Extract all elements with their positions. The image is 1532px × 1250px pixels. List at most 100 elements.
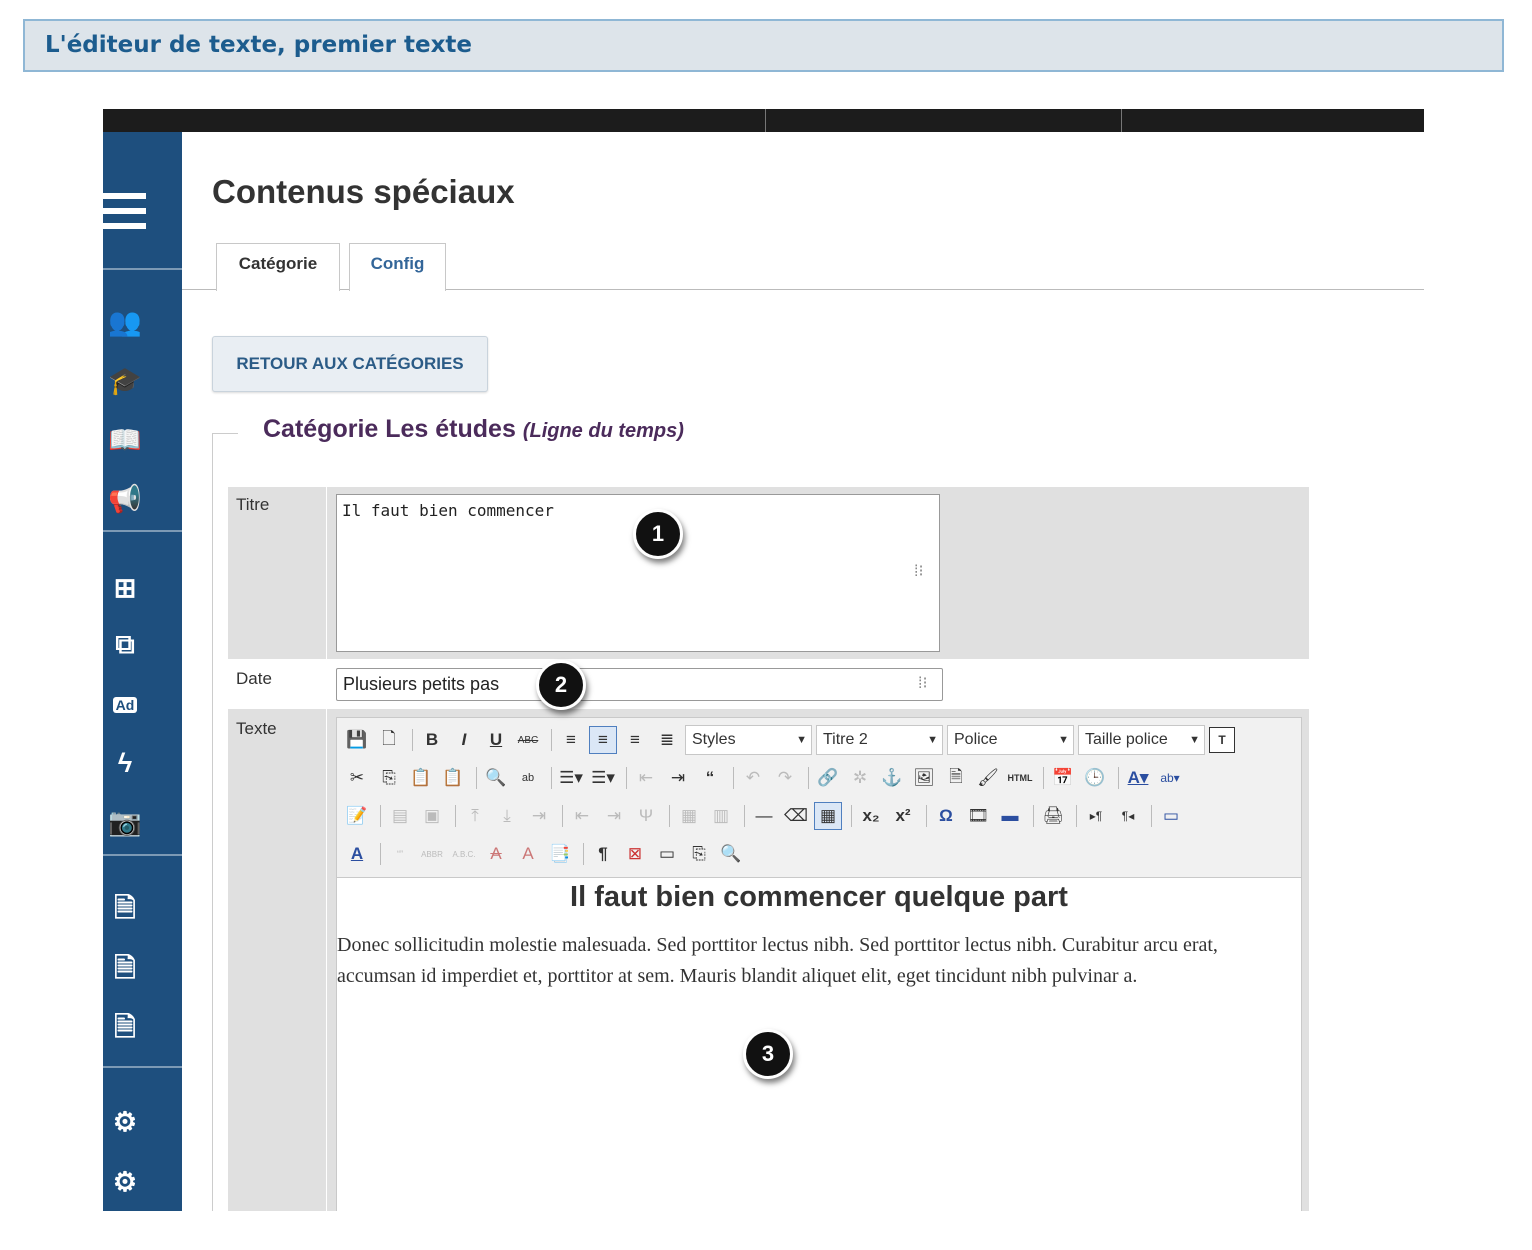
text-color-icon[interactable]: A▾ xyxy=(1124,764,1152,792)
image-icon[interactable]: 🖼 xyxy=(910,764,938,792)
fullscreen-icon[interactable]: ▭ xyxy=(1157,802,1185,830)
editor-content-area[interactable]: Il faut bien commencer quelque part Done… xyxy=(337,879,1301,1211)
sitemap-icon[interactable]: ⊞ xyxy=(107,572,143,604)
bolt-icon[interactable]: ϟ xyxy=(107,747,143,779)
insert-row-after-icon[interactable]: ⤓ xyxy=(493,802,521,830)
fieldset-border xyxy=(212,433,238,434)
rtl-icon[interactable]: ¶◂ xyxy=(1114,802,1142,830)
clock-icon[interactable]: 🕒 xyxy=(1081,764,1109,792)
find-icon[interactable]: 🔍 xyxy=(482,764,510,792)
invoice-icon[interactable]: 🗎 xyxy=(107,892,143,924)
size-select[interactable]: Taille police ▼ xyxy=(1078,725,1205,755)
tab-config[interactable]: Config xyxy=(349,243,446,291)
edit-form-icon[interactable]: 📝 xyxy=(343,802,371,830)
superscript-icon[interactable]: x² xyxy=(889,802,917,830)
graduation-cap-icon[interactable]: 🎓 xyxy=(107,365,143,397)
ins-icon[interactable]: A xyxy=(514,840,542,868)
cogs-icon[interactable]: ⚙ xyxy=(107,1166,143,1198)
copy-icon[interactable]: ⎘ xyxy=(375,764,403,792)
font-select[interactable]: Police ▼ xyxy=(947,725,1074,755)
users-icon[interactable]: 👥 xyxy=(107,306,143,338)
bold-icon[interactable]: B xyxy=(418,726,446,754)
paste-icon[interactable]: 📋 xyxy=(407,764,435,792)
page-break-icon[interactable]: ⎘ xyxy=(685,840,713,868)
table-row-icon[interactable]: ▤ xyxy=(386,802,414,830)
del-icon[interactable]: A xyxy=(482,840,510,868)
delete-row-icon[interactable]: ⇥ xyxy=(525,802,553,830)
highlight-color-icon[interactable]: ab▾ xyxy=(1156,764,1184,792)
cut-icon[interactable]: ✂ xyxy=(343,764,371,792)
invoice-icon[interactable]: 🗎 xyxy=(107,952,143,984)
translate-icon[interactable]: ⁞⁝ xyxy=(914,561,930,583)
sidebar-divider xyxy=(103,1066,182,1068)
numbered-list-icon[interactable]: ☰▾ xyxy=(589,764,617,792)
bulleted-list-icon[interactable]: ☰▾ xyxy=(557,764,585,792)
blockquote-icon[interactable]: “ xyxy=(696,764,724,792)
save-icon[interactable]: 💾 xyxy=(343,726,371,754)
styles-icon[interactable]: A xyxy=(343,840,371,868)
format-select[interactable]: Titre 2 ▼ xyxy=(816,725,943,755)
merge-cells-icon[interactable]: ▦ xyxy=(675,802,703,830)
eraser-icon[interactable]: ⌫ xyxy=(782,802,810,830)
non-breaking-icon[interactable]: ⊠ xyxy=(621,840,649,868)
attributes-icon[interactable]: 📑 xyxy=(546,840,574,868)
anchor-icon[interactable]: ⚓ xyxy=(878,764,906,792)
ltr-icon[interactable]: ▸¶ xyxy=(1082,802,1110,830)
paste-word-icon[interactable]: 📋 xyxy=(439,764,467,792)
preview-icon[interactable]: 🔍 xyxy=(717,840,745,868)
megaphone-icon[interactable]: 📢 xyxy=(107,483,143,515)
redo-icon[interactable]: ↷ xyxy=(771,764,799,792)
italic-icon[interactable]: I xyxy=(450,726,478,754)
template-icon[interactable]: ▭ xyxy=(653,840,681,868)
underline-icon[interactable]: U xyxy=(482,726,510,754)
horizontal-rule-icon[interactable]: — xyxy=(750,802,778,830)
indent-icon[interactable]: ⇥ xyxy=(664,764,692,792)
brush-icon[interactable]: 🖌 xyxy=(974,764,1002,792)
link-icon[interactable]: 🔗 xyxy=(814,764,842,792)
back-to-categories-button[interactable]: RETOUR AUX CATÉGORIES xyxy=(212,336,488,392)
invoice-icon[interactable]: 🗎 xyxy=(107,1011,143,1043)
document-icon[interactable]: 🗎 xyxy=(942,764,970,792)
date-input[interactable]: Plusieurs petits pas xyxy=(336,668,943,701)
new-page-icon[interactable]: 🗋 xyxy=(375,726,403,754)
replace-icon[interactable]: ab xyxy=(514,764,542,792)
print-icon[interactable]: 🖨 xyxy=(1039,802,1067,830)
page-break-icon[interactable]: ▬ xyxy=(996,802,1024,830)
calendar-icon[interactable]: 📅 xyxy=(1049,764,1077,792)
acronym-icon[interactable]: A.B.C. xyxy=(450,840,478,868)
special-char-icon[interactable]: Ω xyxy=(932,802,960,830)
insert-col-after-icon[interactable]: ⇥ xyxy=(600,802,628,830)
book-icon[interactable]: 📖 xyxy=(107,424,143,456)
camera-icon[interactable]: 📷 xyxy=(107,806,143,838)
align-center-icon[interactable]: ≡ xyxy=(589,726,617,754)
abbr-icon[interactable]: ABBR xyxy=(418,840,446,868)
pilcrow-icon[interactable]: ¶ xyxy=(589,840,617,868)
rich-text-editor: 💾 🗋 B I U ABC ≡ ≡ ≡ ≣ Styles ▼ Titre 2 ▼ P… xyxy=(336,717,1302,1211)
insert-row-before-icon[interactable]: ⤒ xyxy=(461,802,489,830)
copy-icon[interactable]: ⧉ xyxy=(107,628,143,660)
undo-icon[interactable]: ↶ xyxy=(739,764,767,792)
menu-icon[interactable] xyxy=(103,193,146,235)
unlink-icon[interactable]: ✲ xyxy=(846,764,874,792)
font-select-value: Police xyxy=(954,731,998,748)
cite-icon[interactable]: “” xyxy=(386,840,414,868)
split-cells-icon[interactable]: ▥ xyxy=(707,802,735,830)
text-style-icon[interactable]: T xyxy=(1209,727,1235,753)
outdent-icon[interactable]: ⇤ xyxy=(632,764,660,792)
tab-categorie[interactable]: Catégorie xyxy=(216,243,340,291)
delete-col-icon[interactable]: Ψ xyxy=(632,802,660,830)
cogs-icon[interactable]: ⚙ xyxy=(107,1106,143,1138)
table-cell-icon[interactable]: ▣ xyxy=(418,802,446,830)
styles-select[interactable]: Styles ▼ xyxy=(685,725,812,755)
align-justify-icon[interactable]: ≣ xyxy=(653,726,681,754)
translate-icon[interactable]: ⁞⁝ xyxy=(918,673,934,695)
insert-col-before-icon[interactable]: ⇤ xyxy=(568,802,596,830)
media-icon[interactable]: 🎞 xyxy=(964,802,992,830)
strikethrough-icon[interactable]: ABC xyxy=(514,726,542,754)
align-left-icon[interactable]: ≡ xyxy=(557,726,585,754)
table-icon[interactable]: ▦ xyxy=(814,802,842,830)
subscript-icon[interactable]: x₂ xyxy=(857,802,885,830)
align-right-icon[interactable]: ≡ xyxy=(621,726,649,754)
html-icon[interactable]: HTML xyxy=(1006,764,1034,792)
ad-icon[interactable]: Ad xyxy=(107,689,143,721)
